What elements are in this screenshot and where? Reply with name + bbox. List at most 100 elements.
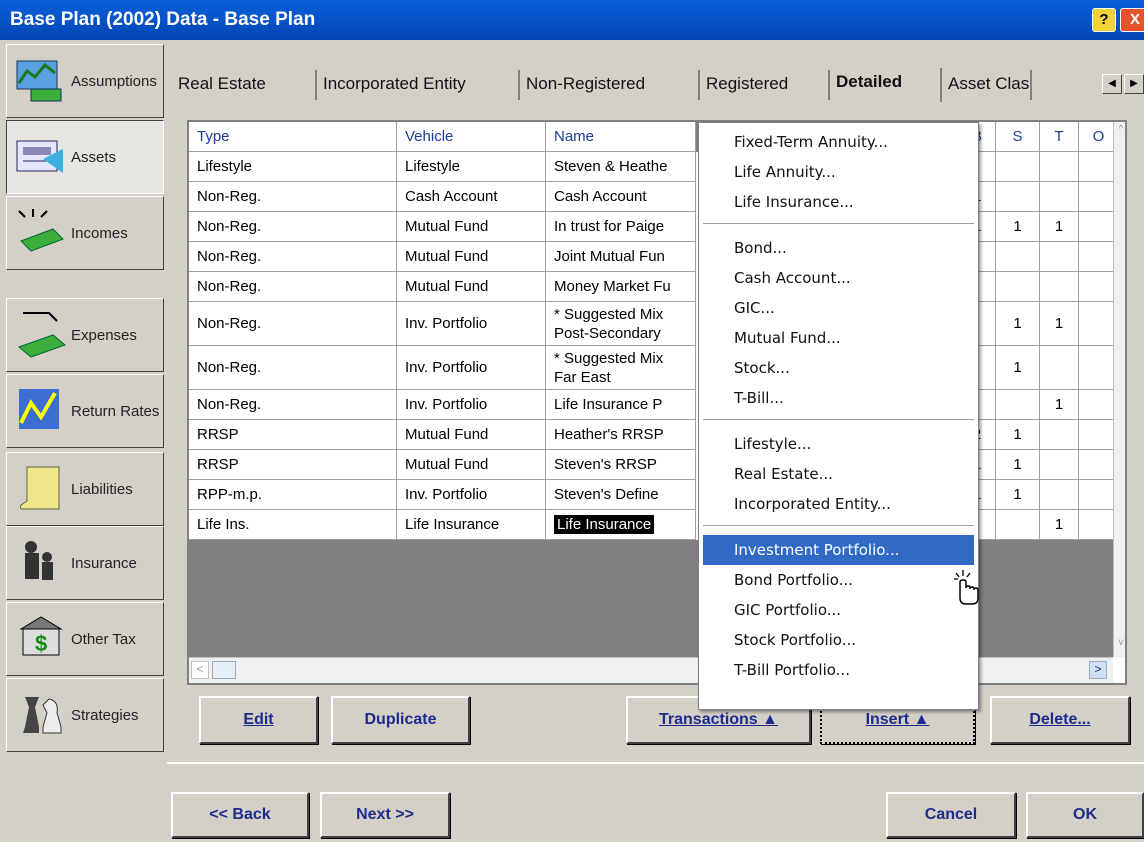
tab-registered[interactable]: Registered	[700, 70, 830, 100]
menu-item-gic-portfolio[interactable]: GIC Portfolio...	[703, 595, 974, 625]
sidebar-item-liabilities[interactable]: Liabilities	[6, 452, 164, 526]
menu-item-bond[interactable]: Bond...	[703, 233, 974, 263]
cell-s[interactable]: 1	[996, 420, 1040, 450]
cell-name[interactable]: Life Insurance	[546, 510, 696, 540]
cell-type[interactable]: Non-Reg.	[189, 302, 397, 346]
cell-vehicle[interactable]: Mutual Fund	[397, 420, 546, 450]
tab-scroll-right-icon[interactable]: ▶	[1124, 74, 1144, 94]
cell-vehicle[interactable]: Lifestyle	[397, 152, 546, 182]
menu-item-incorporated-entity[interactable]: Incorporated Entity...	[703, 489, 974, 519]
cell-t[interactable]	[1040, 242, 1079, 272]
sidebar-item-assets[interactable]: Assets	[6, 120, 164, 194]
cell-s[interactable]	[996, 272, 1040, 302]
sidebar-item-return-rates[interactable]: Return Rates	[6, 374, 164, 448]
vertical-scrollbar[interactable]: ^ v	[1113, 122, 1125, 657]
column-header-vehicle[interactable]: Vehicle	[397, 122, 546, 152]
cell-name[interactable]: Joint Mutual Fun	[546, 242, 696, 272]
cell-t[interactable]: 1	[1040, 302, 1079, 346]
scroll-right-icon[interactable]: >	[1089, 661, 1107, 679]
scroll-thumb[interactable]	[212, 661, 236, 679]
cell-type[interactable]: Non-Reg.	[189, 182, 397, 212]
cell-type[interactable]: Non-Reg.	[189, 242, 397, 272]
cell-type[interactable]: RRSP	[189, 420, 397, 450]
cell-s[interactable]: 1	[996, 450, 1040, 480]
help-button[interactable]: ?	[1092, 8, 1116, 32]
close-button[interactable]: X	[1120, 8, 1144, 32]
scroll-left-icon[interactable]: <	[191, 661, 209, 679]
menu-item-t-bill-portfolio[interactable]: T-Bill Portfolio...	[703, 655, 974, 685]
cell-vehicle[interactable]: Life Insurance	[397, 510, 546, 540]
edit-button[interactable]: Edit	[199, 696, 318, 744]
back-button[interactable]: << Back	[171, 792, 309, 838]
cell-name[interactable]: Steven & Heathe	[546, 152, 696, 182]
scroll-up-icon[interactable]: ^	[1115, 124, 1125, 138]
next-button[interactable]: Next >>	[320, 792, 450, 838]
cancel-button[interactable]: Cancel	[886, 792, 1016, 838]
menu-item-life-annuity[interactable]: Life Annuity...	[703, 157, 974, 187]
cell-t[interactable]: 1	[1040, 510, 1079, 540]
cell-s[interactable]	[996, 390, 1040, 420]
ok-button[interactable]: OK	[1026, 792, 1144, 838]
cell-name[interactable]: Heather's RRSP	[546, 420, 696, 450]
scroll-down-icon[interactable]: v	[1115, 637, 1125, 651]
cell-t[interactable]: 1	[1040, 390, 1079, 420]
cell-t[interactable]	[1040, 272, 1079, 302]
sidebar-item-other-tax[interactable]: $ Other Tax	[6, 602, 164, 676]
cell-t[interactable]	[1040, 152, 1079, 182]
menu-item-real-estate[interactable]: Real Estate...	[703, 459, 974, 489]
menu-item-fixed-term-annuity[interactable]: Fixed-Term Annuity...	[703, 127, 974, 157]
delete-button[interactable]: Delete...	[990, 696, 1130, 744]
cell-name[interactable]: Cash Account	[546, 182, 696, 212]
cell-name[interactable]: In trust for Paige	[546, 212, 696, 242]
cell-vehicle[interactable]: Inv. Portfolio	[397, 390, 546, 420]
tab-asset-class[interactable]: Asset Class	[942, 70, 1032, 100]
column-header-s[interactable]: S	[996, 122, 1040, 152]
cell-t[interactable]	[1040, 182, 1079, 212]
tab-real-estate[interactable]: Real Estate	[172, 70, 317, 100]
cell-type[interactable]: RPP-m.p.	[189, 480, 397, 510]
column-header-type[interactable]: Type	[189, 122, 397, 152]
column-header-t[interactable]: T	[1040, 122, 1079, 152]
cell-s[interactable]: 1	[996, 212, 1040, 242]
cell-s[interactable]	[996, 242, 1040, 272]
cell-type[interactable]: Non-Reg.	[189, 272, 397, 302]
cell-t[interactable]: 1	[1040, 212, 1079, 242]
cell-type[interactable]: Lifestyle	[189, 152, 397, 182]
cell-vehicle[interactable]: Mutual Fund	[397, 272, 546, 302]
tab-non-registered[interactable]: Non-Registered	[520, 70, 700, 100]
tab-scroll-left-icon[interactable]: ◀	[1102, 74, 1122, 94]
tab-incorporated-entity[interactable]: Incorporated Entity	[317, 70, 520, 100]
cell-type[interactable]: Non-Reg.	[189, 390, 397, 420]
cell-name[interactable]: * Suggested Mix Post-Secondary	[546, 302, 696, 346]
menu-item-life-insurance[interactable]: Life Insurance...	[703, 187, 974, 217]
sidebar-item-assumptions[interactable]: Assumptions	[6, 44, 164, 118]
cell-s[interactable]: 1	[996, 346, 1040, 390]
cell-t[interactable]	[1040, 420, 1079, 450]
cell-t[interactable]	[1040, 346, 1079, 390]
sidebar-item-incomes[interactable]: Incomes	[6, 196, 164, 270]
cell-s[interactable]	[996, 152, 1040, 182]
tab-detailed[interactable]: Detailed	[830, 68, 942, 102]
sidebar-item-expenses[interactable]: Expenses	[6, 298, 164, 372]
cell-type[interactable]: Non-Reg.	[189, 346, 397, 390]
cell-type[interactable]: Life Ins.	[189, 510, 397, 540]
cell-s[interactable]	[996, 510, 1040, 540]
cell-s[interactable]: 1	[996, 302, 1040, 346]
cell-name[interactable]: Money Market Fu	[546, 272, 696, 302]
menu-item-lifestyle[interactable]: Lifestyle...	[703, 429, 974, 459]
cell-type[interactable]: RRSP	[189, 450, 397, 480]
cell-t[interactable]	[1040, 450, 1079, 480]
column-header-name[interactable]: Name	[546, 122, 696, 152]
cell-vehicle[interactable]: Mutual Fund	[397, 242, 546, 272]
cell-s[interactable]	[996, 182, 1040, 212]
cell-vehicle[interactable]: Mutual Fund	[397, 212, 546, 242]
cell-vehicle[interactable]: Cash Account	[397, 182, 546, 212]
sidebar-item-strategies[interactable]: Strategies	[6, 678, 164, 752]
duplicate-button[interactable]: Duplicate	[331, 696, 470, 744]
menu-item-bond-portfolio[interactable]: Bond Portfolio...	[703, 565, 974, 595]
menu-item-cash-account[interactable]: Cash Account...	[703, 263, 974, 293]
cell-name[interactable]: * Suggested Mix Far East	[546, 346, 696, 390]
cell-name[interactable]: Life Insurance P	[546, 390, 696, 420]
menu-item-stock[interactable]: Stock...	[703, 353, 974, 383]
menu-item-gic[interactable]: GIC...	[703, 293, 974, 323]
